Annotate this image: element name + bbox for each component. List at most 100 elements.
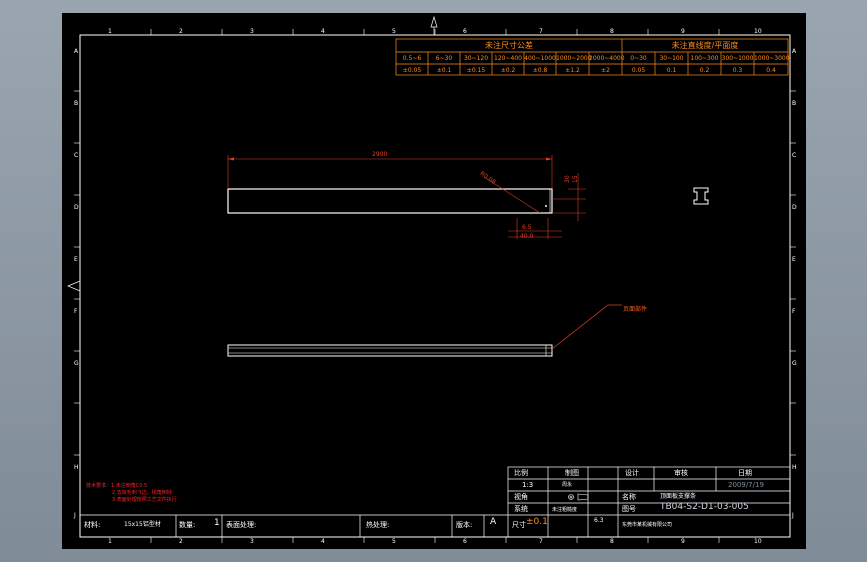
value-left-3: ±0.15 (466, 67, 486, 74)
grid-bottom-1: 1 (108, 538, 112, 545)
value-right-3: 0.2 (699, 67, 710, 74)
material-value: 15x15铝型材 (124, 521, 161, 528)
range-right-4: 300~1000 (721, 55, 754, 62)
value-left-7: ±2 (601, 67, 610, 74)
range-left-1: 0.5~6 (402, 55, 422, 62)
grid-bottom-4: 4 (321, 538, 325, 545)
scale-label: 比例 (514, 469, 528, 477)
date-label: 日期 (738, 469, 752, 477)
view-label: 视角 (514, 493, 528, 501)
name-label: 名称 (622, 493, 636, 501)
grid-bottom-10: 10 (754, 538, 762, 545)
qty-label: 数量: (179, 521, 196, 529)
grid-top-3: 3 (250, 28, 254, 35)
grid-right-d: D (792, 204, 797, 211)
grid-top-10: 10 (754, 28, 762, 35)
range-left-4: 120~400 (494, 55, 522, 62)
qty-value: 1 (214, 518, 220, 528)
range-right-5: 1000~3000 (754, 55, 790, 62)
drawing-sheet: 1 2 3 4 5 6 7 8 9 10 1 2 3 4 5 6 7 8 9 1… (62, 13, 806, 549)
tolerance-header-right: 未注直线度/平面度 (671, 41, 739, 50)
grid-right-f: F (792, 308, 796, 315)
grid-top-8: 8 (610, 28, 614, 35)
value-left-4: ±0.2 (500, 67, 516, 74)
version-value: A (490, 517, 497, 527)
heat-label: 热处理: (366, 521, 390, 529)
figure-value: TB04-S2-D1-03-005 (660, 502, 749, 512)
value-left-1: ±0.05 (402, 67, 422, 74)
grid-top-2: 2 (179, 28, 183, 35)
grid-left-h: H (74, 464, 79, 471)
date-value: 2009/7/19 (728, 481, 764, 489)
value-left-6: ±1.2 (565, 67, 580, 74)
grid-right-b: B (792, 100, 797, 107)
grid-bottom-5: 5 (392, 538, 396, 545)
note-1: 技术要求：1.未注倒角C0.5 (86, 483, 148, 489)
figure-label: 图号 (622, 505, 636, 513)
grid-top-6: 6 (463, 28, 467, 35)
grid-left-c: C (74, 152, 79, 159)
grid-left-j: J (74, 512, 76, 519)
version-label: 版本: (456, 521, 473, 529)
value-right-2: 0.1 (666, 67, 677, 74)
range-left-6: 1000~2000 (556, 55, 592, 62)
range-left-2: 6~30 (435, 55, 453, 62)
grid-bottom-7: 7 (539, 538, 543, 545)
tolerance-header-left: 未注尺寸公差 (485, 41, 533, 50)
range-right-3: 100~300 (690, 55, 719, 62)
dim-height-b: 15 (572, 175, 579, 183)
grid-bottom-6: 6 (463, 538, 467, 545)
remark: 未注粗糙度 (552, 507, 578, 513)
grid-bottom-8: 8 (610, 538, 614, 545)
value-left-2: ±0.1 (436, 67, 452, 74)
grid-left-f: F (74, 308, 78, 315)
roughness-value: 6.3 (594, 517, 604, 524)
design-label: 设计 (625, 469, 639, 477)
grid-left-d: D (74, 204, 79, 211)
note-2: 2.去除毛刺飞边，锐角倒钝 (112, 490, 172, 496)
drawing-lines (67, 15, 796, 543)
value-right-5: 0.4 (766, 67, 776, 74)
draw-value: 周永 (562, 482, 573, 488)
range-left-5: 400~1000 (524, 55, 556, 62)
value-left-5: ±0.8 (532, 67, 548, 74)
grid-top-9: 9 (681, 28, 685, 35)
range-right-2: 30~100 (659, 55, 684, 62)
value-right-4: 0.3 (732, 67, 743, 74)
grid-top-4: 4 (321, 28, 325, 35)
grid-top-1: 1 (108, 28, 112, 35)
company-label: 系统 (514, 505, 528, 513)
range-right-1: 0~30 (630, 55, 647, 62)
grid-bottom-3: 3 (250, 538, 254, 545)
grid-top-7: 7 (539, 28, 543, 35)
value-right-1: 0.05 (631, 67, 646, 74)
grid-bottom-2: 2 (179, 538, 183, 545)
surface-label: 表面处理: (226, 521, 257, 529)
range-left-7: 2000~4000 (589, 55, 625, 62)
note-3: 3.表面处理按照工艺文件执行 (112, 497, 177, 503)
grid-right-e: E (792, 256, 796, 263)
grid-right-h: H (792, 464, 797, 471)
grid-top-5: 5 (392, 28, 396, 35)
dim-length: 2900 (372, 151, 388, 158)
grid-left-e: E (74, 256, 78, 263)
review-label: 审核 (674, 469, 688, 477)
grid-right-c: C (792, 152, 797, 159)
grid-left-g: G (74, 360, 79, 367)
name-value: 顶面板支撑条 (660, 493, 697, 500)
scale-value: 1:3 (522, 481, 534, 489)
grid-bottom-9: 9 (681, 538, 685, 545)
dim-height-a: 30 (564, 175, 571, 183)
material-label: 材料: (84, 521, 101, 529)
range-left-3: 30~120 (463, 55, 489, 62)
tolerance-label: 尺寸 (512, 521, 526, 529)
grid-left-a: A (74, 48, 79, 55)
company-value: 东莞市某机械有限公司 (622, 522, 673, 528)
callout-label: 页面部件 (623, 306, 648, 313)
dim-offset: 6.5 (522, 224, 532, 231)
grid-right-a: A (792, 48, 797, 55)
grid-left-b: B (74, 100, 79, 107)
tolerance-value: ±0.1 (526, 517, 548, 527)
grid-right-j: J (792, 512, 794, 519)
draw-label: 制图 (565, 469, 579, 477)
